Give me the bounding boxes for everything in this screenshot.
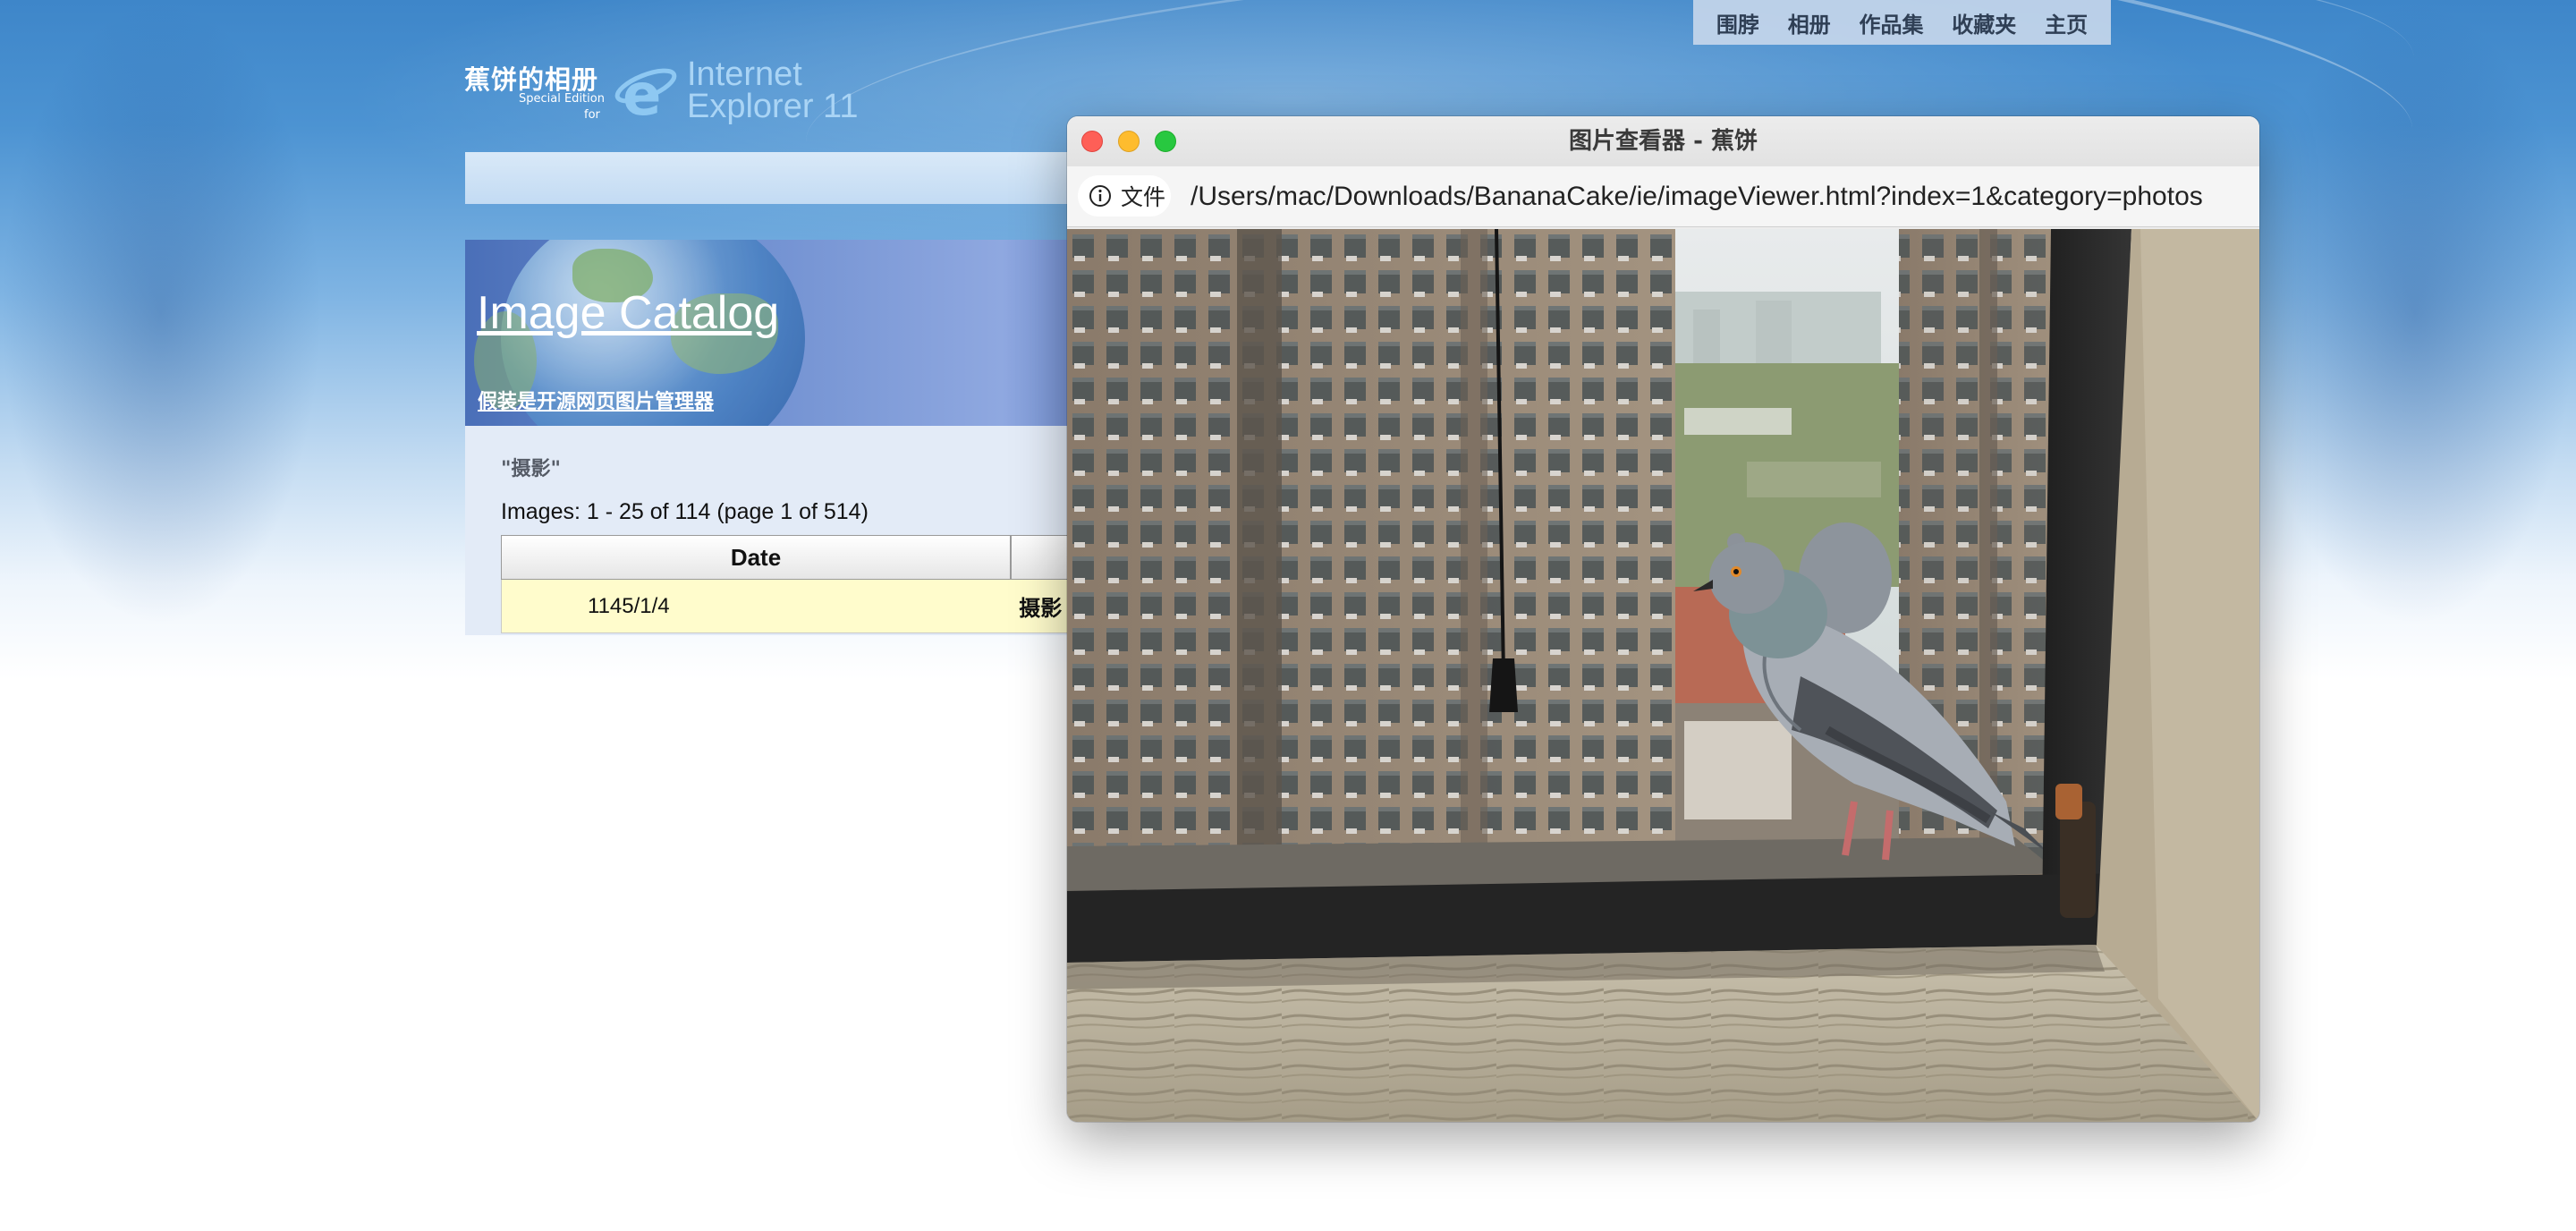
catalog-content: "摄影" Images: 1 - 25 of 114 (page 1 of 51…	[465, 426, 1091, 635]
site-title: 蕉饼的相册	[464, 64, 599, 95]
nav-item-home[interactable]: 主页	[2045, 7, 2088, 38]
images-table: Date 1145/1/4 摄影	[501, 535, 1091, 633]
nav-item-album[interactable]: 相册	[1788, 7, 1831, 38]
zoom-button[interactable]	[1155, 131, 1176, 152]
nav-item-weibo[interactable]: 围脖	[1716, 7, 1759, 38]
header-bar	[465, 152, 1091, 204]
table-header-row: Date	[501, 535, 1091, 580]
background-vignette-right	[2254, 0, 2576, 626]
info-icon	[1089, 185, 1111, 207]
window-titlebar[interactable]: 图片查看器 - 蕉饼	[1067, 116, 2259, 167]
background-vignette-left	[0, 0, 322, 626]
table-row[interactable]: 1145/1/4 摄影	[501, 580, 1091, 633]
catalog-subtitle-link[interactable]: 假装是开源网页图片管理器	[478, 386, 714, 414]
catalog-title-link[interactable]: Image Catalog	[477, 286, 779, 340]
cell-date: 1145/1/4	[588, 593, 670, 618]
minimize-button[interactable]	[1118, 131, 1140, 152]
svg-text:e: e	[623, 63, 661, 122]
ie-label-line2: Explorer 11	[687, 88, 859, 125]
window-title: 图片查看器 - 蕉饼	[1569, 128, 1758, 155]
site-info-label: 文件	[1121, 184, 1166, 210]
nav-item-favorites[interactable]: 收藏夹	[1952, 7, 2016, 38]
special-edition-label: Special Edition	[519, 92, 605, 106]
nav-item-portfolio[interactable]: 作品集	[1859, 7, 1923, 38]
top-navigation: 围脖 相册 作品集 收藏夹 主页	[1693, 0, 2111, 45]
url-field[interactable]: /Users/mac/Downloads/BananaCake/ie/image…	[1191, 166, 2203, 227]
photo-pigeon-on-window-ledge	[1067, 229, 2259, 1122]
column-header-date[interactable]: Date	[501, 535, 1011, 580]
internet-explorer-icon: e	[614, 63, 677, 122]
image-viewer-window: 图片查看器 - 蕉饼 文件 /Users/mac/Downloads/Banan…	[1067, 116, 2259, 1122]
for-label: for	[584, 108, 600, 122]
category-heading: "摄影"	[501, 458, 561, 480]
address-bar: 文件 /Users/mac/Downloads/BananaCake/ie/im…	[1067, 166, 2259, 227]
close-button[interactable]	[1081, 131, 1103, 152]
site-info-chip[interactable]: 文件	[1078, 175, 1171, 216]
catalog-banner: Image Catalog 假装是开源网页图片管理器	[465, 240, 1091, 426]
images-count: Images: 1 - 25 of 114 (page 1 of 514)	[501, 499, 869, 524]
